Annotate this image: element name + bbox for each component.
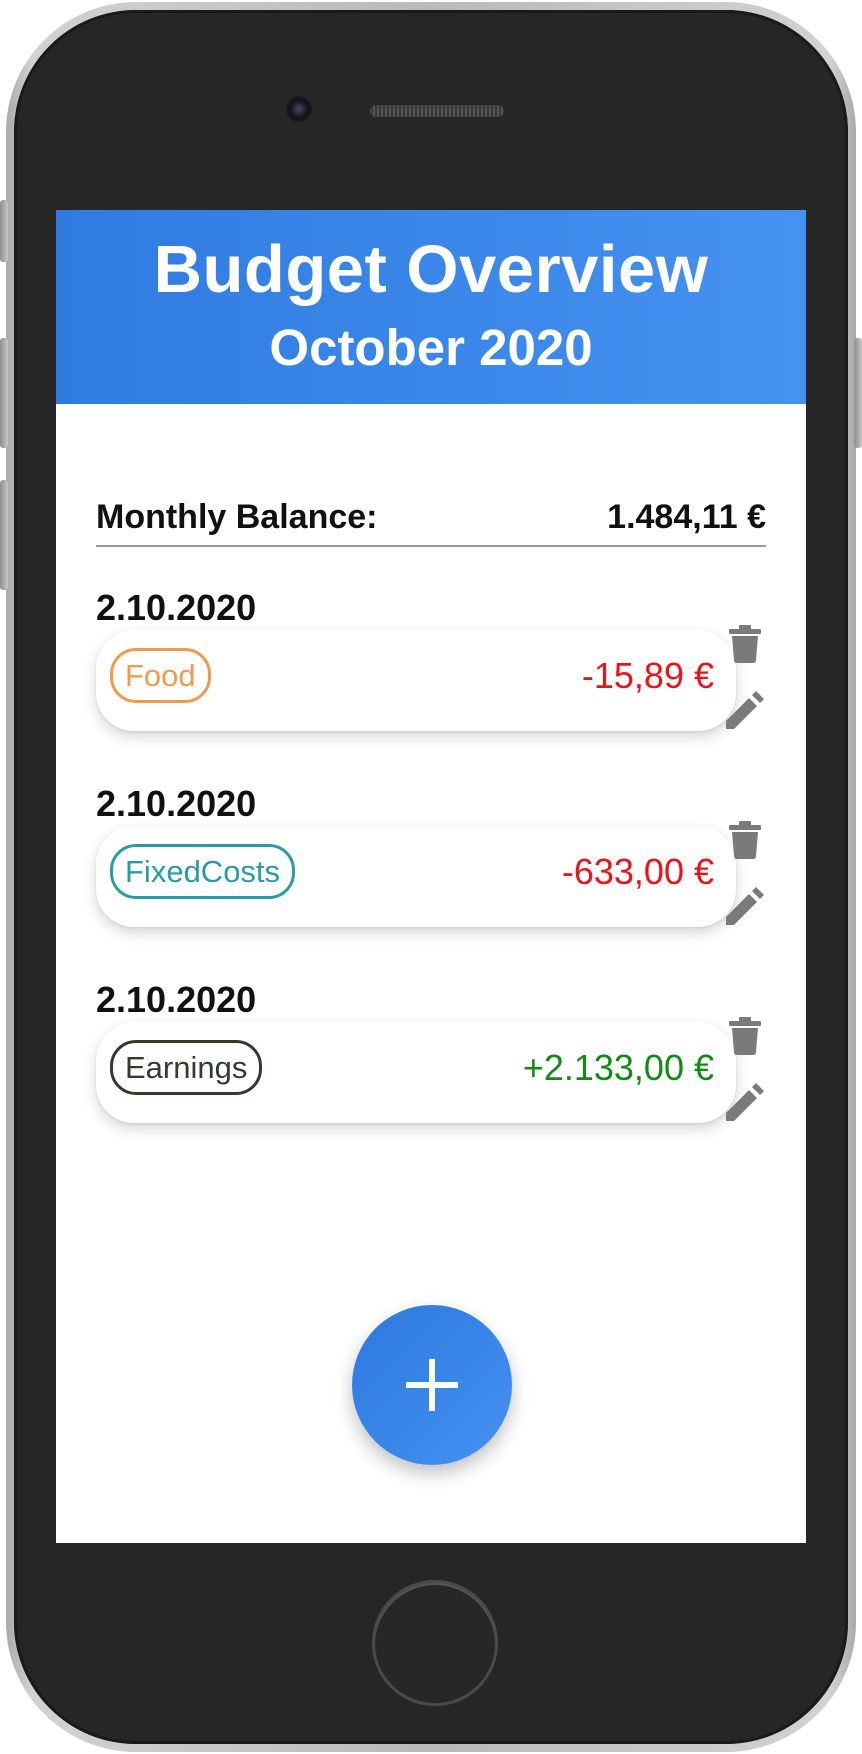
power-button: [854, 338, 862, 448]
trash-icon: [729, 625, 761, 663]
front-camera: [288, 98, 310, 120]
category-tag: Food: [110, 648, 211, 703]
delete-button[interactable]: [723, 622, 767, 666]
list-item: 2.10.2020 Food -15,89 €: [96, 590, 806, 750]
edit-button[interactable]: [723, 1080, 767, 1124]
entry-card[interactable]: FixedCosts -633,00 €: [96, 826, 736, 927]
trash-icon: [729, 1017, 761, 1055]
app-header: Budget Overview October 2020: [56, 210, 806, 404]
pencil-icon: [726, 1083, 764, 1121]
monthly-balance-row: Monthly Balance: 1.484,11 €: [96, 482, 766, 542]
delete-button[interactable]: [723, 818, 767, 862]
category-tag: FixedCosts: [110, 844, 296, 899]
trash-icon: [729, 821, 761, 859]
plus-icon: [406, 1359, 458, 1411]
edit-button[interactable]: [723, 884, 767, 928]
entry-card[interactable]: Earnings +2.133,00 €: [96, 1022, 736, 1123]
delete-button[interactable]: [723, 1014, 767, 1058]
volume-up-button: [0, 338, 8, 448]
entry-amount: -633,00 €: [561, 851, 714, 892]
mute-switch: [0, 200, 8, 262]
category-tag: Earnings: [110, 1040, 263, 1095]
page-title: Budget Overview: [153, 232, 709, 307]
earpiece-speaker: [369, 104, 505, 118]
entry-amount: +2.133,00 €: [522, 1047, 714, 1088]
monthly-balance-value: 1.484,11 €: [607, 498, 766, 536]
balance-divider: [96, 545, 766, 547]
add-entry-button[interactable]: [352, 1305, 512, 1465]
list-item: 2.10.2020 FixedCosts -633,00 €: [96, 786, 806, 946]
entry-amount: -15,89 €: [581, 655, 714, 696]
entry-date: 2.10.2020: [96, 587, 257, 628]
edit-button[interactable]: [723, 688, 767, 732]
entry-date: 2.10.2020: [96, 979, 257, 1020]
pencil-icon: [726, 691, 764, 729]
entry-card[interactable]: Food -15,89 €: [96, 630, 736, 731]
page-subtitle-month: October 2020: [269, 319, 593, 376]
pencil-icon: [726, 887, 764, 925]
home-button[interactable]: [372, 1580, 498, 1706]
app-screen: Budget Overview October 2020 Monthly Bal…: [56, 210, 806, 1543]
monthly-balance-label: Monthly Balance:: [96, 498, 378, 536]
list-item: 2.10.2020 Earnings +2.133,00 €: [96, 982, 806, 1142]
entry-date: 2.10.2020: [96, 783, 257, 824]
volume-down-button: [0, 480, 8, 590]
